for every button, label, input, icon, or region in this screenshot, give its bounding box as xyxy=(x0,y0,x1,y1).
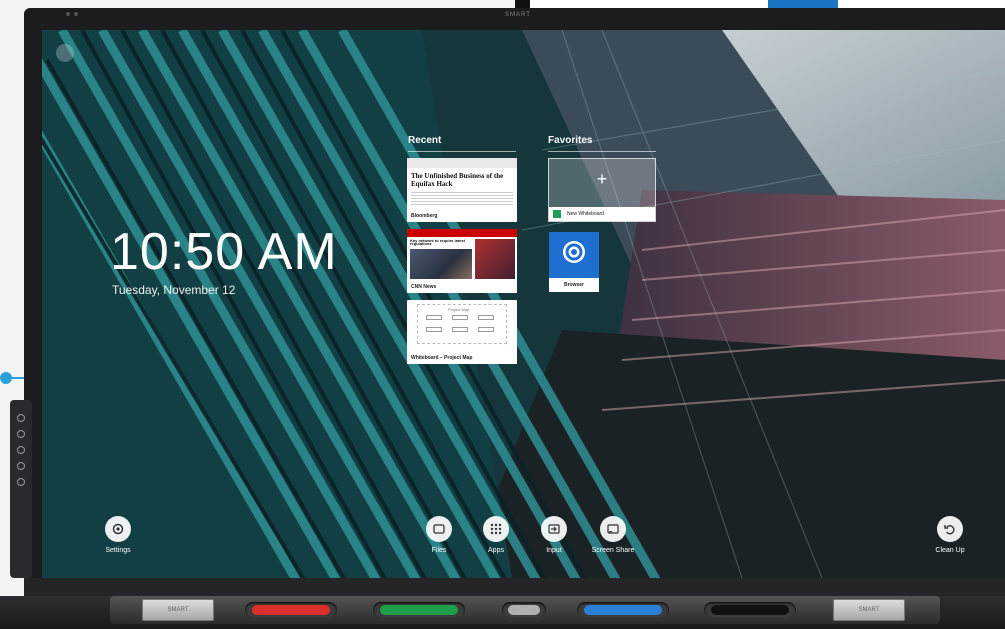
files-button[interactable]: Files xyxy=(419,516,459,554)
side-control-panel xyxy=(10,400,32,578)
recent-card-label: Whiteboard – Project Map xyxy=(407,352,517,364)
undo-icon xyxy=(937,516,963,542)
gear-icon xyxy=(105,516,131,542)
whiteboard-icon xyxy=(553,210,561,218)
callout-line xyxy=(6,377,26,379)
sensor-icon xyxy=(66,12,70,16)
favorite-browser[interactable]: Browser xyxy=(549,232,599,292)
back-button[interactable] xyxy=(56,44,74,62)
red-pen[interactable] xyxy=(252,605,330,615)
input-select-icon[interactable] xyxy=(17,446,25,454)
settings-label: Settings xyxy=(105,547,131,554)
green-pen[interactable] xyxy=(380,605,458,615)
recent-divider xyxy=(408,151,516,152)
black-pen[interactable] xyxy=(711,605,789,615)
top-brand-logo: SMART xyxy=(505,12,531,18)
favorites-divider xyxy=(548,151,656,152)
volume-icon[interactable] xyxy=(17,430,25,438)
photo-background: SMART 10:50 AM Tuesday, November 12 Rece… xyxy=(0,0,1005,629)
favorite-new-whiteboard[interactable]: + New Whiteboard xyxy=(548,158,656,222)
favorite-label: New Whiteboard xyxy=(549,207,655,221)
blue-pen[interactable] xyxy=(584,605,662,615)
clean-up-button[interactable]: Clean Up xyxy=(930,516,970,554)
chrome-icon xyxy=(563,241,585,263)
whiteboard-preview: Project Map xyxy=(417,304,507,344)
favorite-label: Browser xyxy=(549,278,599,292)
article-headline: Key network to require latest regulation… xyxy=(410,238,465,246)
article-text xyxy=(411,192,513,206)
whiteboard-preview-title: Project Map xyxy=(448,307,470,312)
article-headline: The Unfinished Business of the Equifax H… xyxy=(411,172,504,188)
recent-card-cnn[interactable]: Key network to require latest regulation… xyxy=(407,229,517,293)
recent-card-bloomberg[interactable]: The Unfinished Business of the Equifax H… xyxy=(407,158,517,222)
browser-toolbar xyxy=(407,158,517,168)
folder-icon xyxy=(426,516,452,542)
recent-card-label: Bloomberg xyxy=(407,210,517,222)
input-label: Input xyxy=(546,547,562,554)
recent-card-whiteboard[interactable]: Project Map Whiteboard – Project Map xyxy=(407,300,517,364)
wallpaper xyxy=(42,30,1005,578)
recent-card-label: CNN News xyxy=(407,281,517,293)
files-label: Files xyxy=(431,547,447,554)
news-photo xyxy=(410,249,472,279)
power-icon[interactable] xyxy=(17,414,25,422)
freeze-icon[interactable] xyxy=(17,462,25,470)
apps-button[interactable]: Apps xyxy=(476,516,516,554)
tray-brand-button-right[interactable]: SMART xyxy=(833,599,905,621)
clean-up-label: Clean Up xyxy=(935,547,965,554)
help-icon[interactable] xyxy=(17,478,25,486)
cnn-header xyxy=(407,229,517,237)
screen-share-icon xyxy=(600,516,626,542)
screen-share-label: Screen Share xyxy=(591,547,635,554)
grid-icon xyxy=(483,516,509,542)
plus-icon: + xyxy=(596,169,608,189)
sensor-icon xyxy=(74,12,78,16)
favorites-title: Favorites xyxy=(548,135,593,146)
eraser[interactable] xyxy=(508,605,540,615)
tray-brand-button-left[interactable]: SMART xyxy=(142,599,214,621)
input-icon xyxy=(541,516,567,542)
display-bottom-frame xyxy=(24,578,1005,598)
clock-date: Tuesday, November 12 xyxy=(112,283,236,297)
settings-button[interactable]: Settings xyxy=(98,516,138,554)
apps-label: Apps xyxy=(488,547,504,554)
home-screen xyxy=(42,30,1005,578)
clock-time: 10:50 AM xyxy=(110,223,338,281)
news-photo xyxy=(475,239,515,279)
input-button[interactable]: Input xyxy=(534,516,574,554)
screen-share-button[interactable]: Screen Share xyxy=(586,516,640,554)
recent-title: Recent xyxy=(408,135,442,146)
